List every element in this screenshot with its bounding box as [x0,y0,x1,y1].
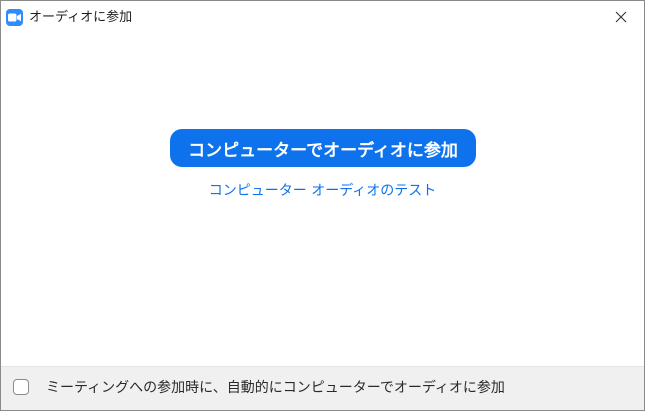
window-title: オーディオに参加 [29,10,133,25]
content-area: コンピューターでオーディオに参加 コンピューター オーディオのテスト [1,35,644,366]
zoom-camera-icon [6,9,23,26]
title-bar: オーディオに参加 [1,1,644,35]
close-icon [615,11,627,23]
auto-join-audio-label[interactable]: ミーティングへの参加時に、自動的にコンピューターでオーディオに参加 [46,378,505,398]
auto-join-audio-checkbox[interactable] [13,379,29,395]
join-with-computer-audio-button[interactable]: コンピューターでオーディオに参加 [170,129,476,167]
footer-bar: ミーティングへの参加時に、自動的にコンピューターでオーディオに参加 [1,366,644,410]
join-audio-window: オーディオに参加 コンピューターでオーディオに参加 コンピューター オーディオの… [0,0,645,411]
test-computer-audio-link: コンピューター オーディオのテスト [1,181,644,201]
close-button[interactable] [598,1,644,33]
test-computer-audio-link-text[interactable]: コンピューター オーディオのテスト [209,183,436,199]
